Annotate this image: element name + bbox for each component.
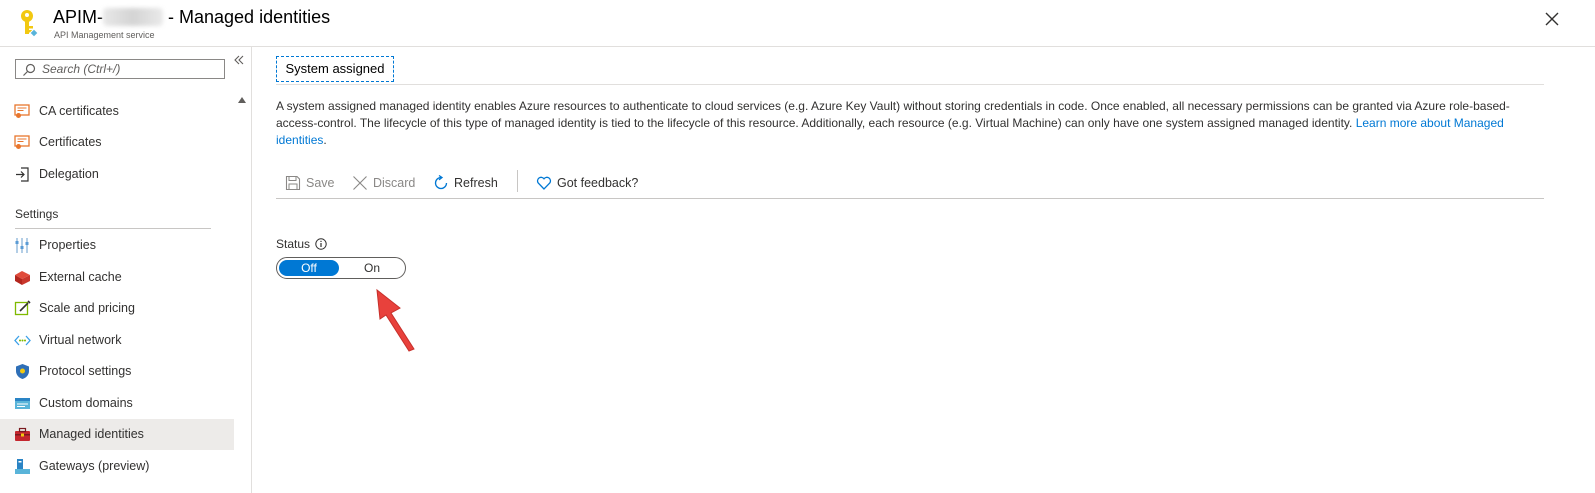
tab-divider xyxy=(276,84,1544,85)
search-input[interactable] xyxy=(42,61,220,77)
double-chevron-left-icon[interactable] xyxy=(232,53,246,67)
sidebar-item-delegation[interactable]: Delegation xyxy=(0,159,234,190)
description-text: A system assigned managed identity enabl… xyxy=(276,99,1510,147)
sidebar-item-label: Virtual network xyxy=(39,333,122,347)
status-on-option[interactable]: On xyxy=(342,260,402,276)
sidebar-item-scale-and-pricing[interactable]: Scale and pricing xyxy=(0,293,234,324)
save-icon xyxy=(285,175,301,191)
sidebar-item-gateways-preview[interactable]: Gateways (preview) xyxy=(0,451,234,482)
sidebar-item-label: Scale and pricing xyxy=(39,301,135,315)
status-label: Status xyxy=(276,237,311,251)
feedback-button[interactable]: Got feedback? xyxy=(536,172,638,194)
section-header-settings: Settings xyxy=(15,207,59,221)
close-icon[interactable] xyxy=(1542,9,1562,29)
save-button[interactable]: Save xyxy=(285,172,335,194)
sidebar-item-label: Delegation xyxy=(39,167,99,181)
sliders-icon xyxy=(15,238,29,253)
sidebar-item-external-cache[interactable]: External cache xyxy=(0,262,234,293)
status-off-option[interactable]: Off xyxy=(279,260,339,276)
status-toggle[interactable]: Off On xyxy=(276,257,406,279)
heart-icon xyxy=(536,176,552,190)
refresh-icon xyxy=(434,175,448,190)
domain-icon xyxy=(15,398,30,409)
sidebar-item-label: Gateways (preview) xyxy=(39,459,150,473)
identity-icon xyxy=(15,427,30,441)
main-content: System assigned A system assigned manage… xyxy=(252,47,1595,493)
sidebar-item-label: Protocol settings xyxy=(39,364,132,378)
search-box[interactable] xyxy=(15,59,225,79)
blade-header: APIM- - Managed identities API Managemen… xyxy=(0,0,1595,47)
sidebar-scrollbar[interactable] xyxy=(234,95,250,493)
sidebar-item-protocol-settings[interactable]: Protocol settings xyxy=(0,356,234,387)
toolbar-divider xyxy=(276,198,1544,199)
info-icon[interactable] xyxy=(315,238,327,250)
tab-system-assigned[interactable]: System assigned xyxy=(276,56,394,82)
refresh-button[interactable]: Refresh xyxy=(433,172,498,194)
sidebar-item-label: External cache xyxy=(39,270,122,284)
scroll-up-arrow-icon[interactable] xyxy=(238,97,246,103)
annotation-arrow-icon xyxy=(376,288,415,352)
command-bar: Save Discard Refresh Got feedback? xyxy=(276,169,1544,199)
sidebar-item-label: CA certificates xyxy=(39,104,119,118)
page-title: APIM- - Managed identities xyxy=(53,7,331,27)
sidebar-item-ca-certificates[interactable]: CA certificates xyxy=(0,96,234,127)
gateway-icon xyxy=(15,459,30,474)
certificate-icon xyxy=(14,104,30,118)
toolbar-separator xyxy=(517,170,518,192)
discard-button[interactable]: Discard xyxy=(352,172,415,194)
sidebar-item-label: Properties xyxy=(39,238,96,252)
discard-icon xyxy=(353,176,367,190)
search-icon xyxy=(23,63,36,76)
cache-icon xyxy=(15,271,30,285)
network-icon xyxy=(14,335,31,346)
certificate-icon xyxy=(14,135,30,149)
page-subtitle: API Management service xyxy=(54,30,155,40)
redacted-name xyxy=(103,8,164,26)
resource-menu: CA certificates Certificates Delegation … xyxy=(0,47,252,493)
section-divider xyxy=(15,228,211,229)
sidebar-item-label: Custom domains xyxy=(39,396,133,410)
sidebar-item-certificates[interactable]: Certificates xyxy=(0,127,234,158)
sidebar-item-virtual-network[interactable]: Virtual network xyxy=(0,325,234,356)
shield-icon xyxy=(16,364,29,379)
sidebar-item-properties[interactable]: Properties xyxy=(0,230,234,261)
sign-in-icon xyxy=(16,167,29,182)
sidebar-item-label: Certificates xyxy=(39,135,102,149)
key-icon xyxy=(21,10,39,38)
sidebar-item-label: Managed identities xyxy=(39,427,144,441)
sidebar-item-managed-identities[interactable]: Managed identities xyxy=(0,419,234,450)
sidebar-item-custom-domains[interactable]: Custom domains xyxy=(0,388,234,419)
edit-scale-icon xyxy=(14,300,31,316)
